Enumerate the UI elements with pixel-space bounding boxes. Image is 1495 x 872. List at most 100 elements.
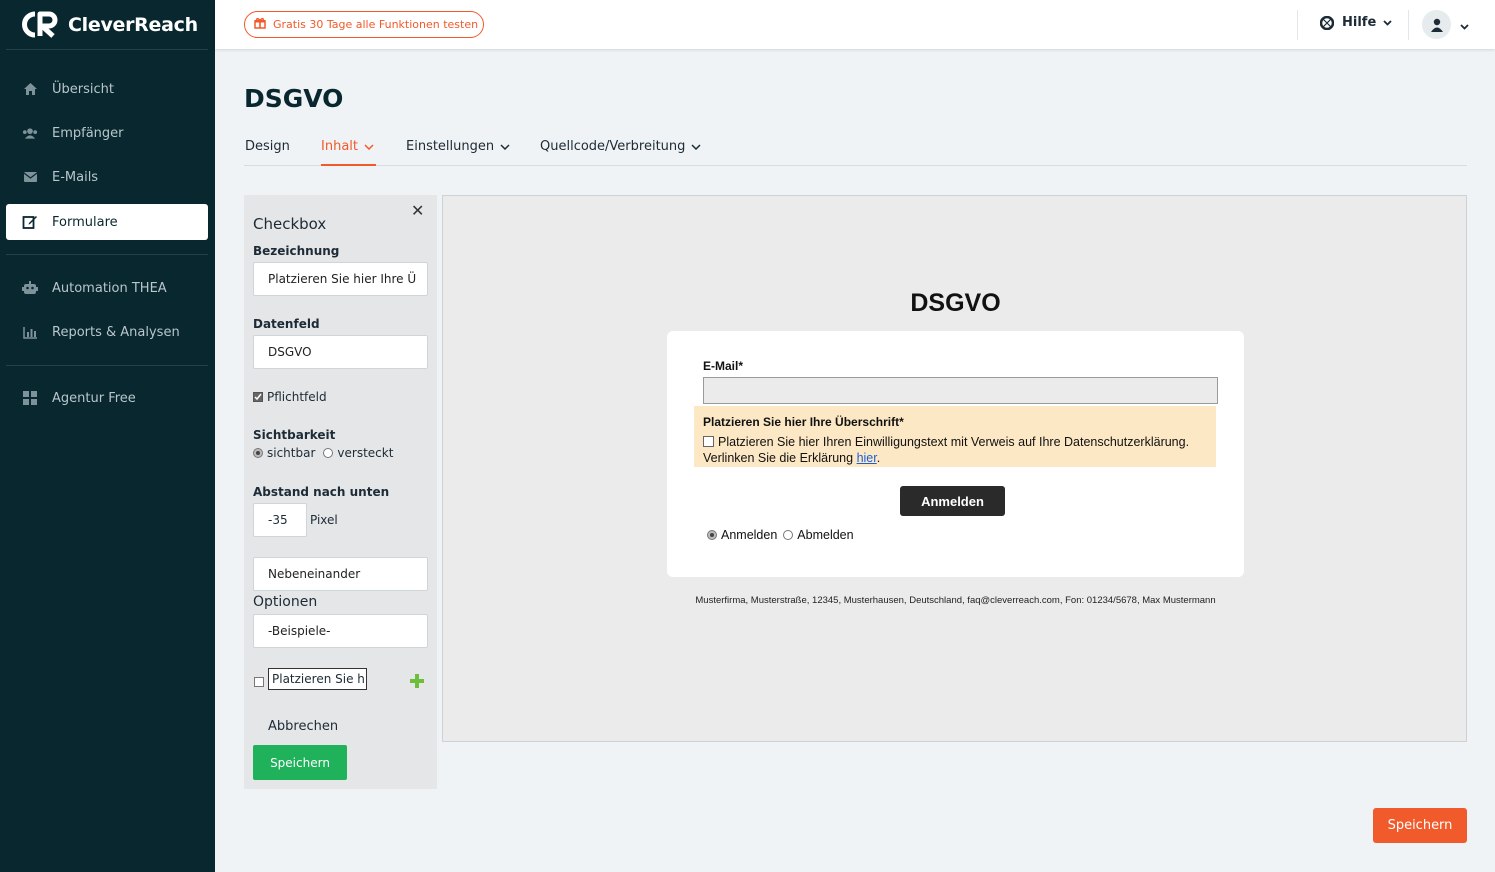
datenfeld-select[interactable]: DSGVO (253, 335, 428, 369)
sidebar-item-label: Empfänger (52, 125, 124, 141)
consent-text: Platzieren Sie hier Ihren Einwilligungst… (703, 435, 1190, 465)
avatar (1422, 10, 1451, 39)
anmelden-option[interactable]: Anmelden (707, 528, 777, 542)
option-input[interactable]: Platzieren Sie h (268, 668, 367, 690)
abmelden-option[interactable]: Abmelden (783, 528, 854, 542)
sidebar-item-label: Formulare (52, 214, 118, 230)
sidebar-item-formulare[interactable]: Formulare (6, 204, 208, 240)
checkbox-edit-panel: Checkbox ✕ Bezeichnung Platzieren Sie hi… (244, 195, 437, 789)
abstand-label: Abstand nach unten (253, 485, 390, 499)
tab-inhalt[interactable]: Inhalt (321, 139, 374, 154)
form-card: E-Mail* Platzieren Sie hier Ihre Übersch… (667, 331, 1244, 577)
consent-end: . (876, 451, 881, 465)
tab-label: Einstellungen (406, 139, 495, 154)
pflichtfeld-label: Pflichtfeld (267, 390, 327, 404)
tab-design[interactable]: Design (245, 139, 290, 154)
cleverreach-logo[interactable]: CleverReach (22, 11, 198, 38)
beispiele-select[interactable]: -Beispiele- (253, 614, 428, 648)
tab-einstellungen[interactable]: Einstellungen (406, 139, 510, 154)
bezeichnung-input[interactable]: Platzieren Sie hier Ihre Ü (253, 262, 428, 296)
consent-text-row: Platzieren Sie hier Ihren Einwilligungst… (703, 434, 1208, 466)
option-checkbox[interactable] (254, 677, 264, 687)
datenfeld-label: Datenfeld (253, 317, 320, 331)
pixel-unit-label: Pixel (310, 513, 338, 527)
anmelden-label: Anmelden (721, 528, 778, 542)
sidebar-item-emails[interactable]: E-Mails (6, 159, 208, 195)
sidebar-item-label: Automation THEA (52, 280, 167, 296)
versteckt-label: versteckt (337, 446, 394, 460)
sidebar: CleverReach Übersicht Empfänger E-Mails … (0, 0, 215, 872)
chart-icon (22, 324, 38, 340)
imprint-footer: Musterfirma, Musterstraße, 12345, Muster… (695, 595, 1216, 606)
anmelden-radio[interactable] (707, 530, 717, 540)
chevron-down-icon (1460, 15, 1469, 34)
gift-icon (254, 17, 266, 32)
close-icon[interactable]: ✕ (411, 201, 424, 220)
layout-select[interactable]: Nebeneinander (253, 557, 428, 591)
sichtbar-radio[interactable] (253, 448, 263, 458)
logo-icon (22, 11, 58, 38)
sidebar-item-reports[interactable]: Reports & Analysen (6, 314, 208, 350)
abstand-input[interactable]: -35 (253, 503, 307, 537)
divider (6, 254, 208, 255)
pflichtfeld-row[interactable]: Pflichtfeld (253, 390, 327, 404)
envelope-icon (22, 169, 38, 185)
user-menu[interactable] (1422, 10, 1469, 39)
panel-save-button[interactable]: Speichern (253, 745, 347, 780)
email-label: E-Mail* (703, 359, 744, 373)
topbar: Gratis 30 Tage alle Funktionen testen Hi… (215, 0, 1495, 49)
form-preview: DSGVO E-Mail* Platzieren Sie hier Ihre Ü… (442, 195, 1467, 742)
panel-title: Checkbox (253, 215, 327, 233)
consent-heading: Platzieren Sie hier Ihre Überschrift* (703, 415, 904, 429)
subscribe-button[interactable]: Anmelden (900, 486, 1005, 516)
user-icon (1430, 18, 1443, 32)
page-title: DSGVO (244, 84, 344, 113)
sidebar-item-automation[interactable]: Automation THEA (6, 270, 208, 306)
versteckt-radio[interactable] (323, 448, 334, 458)
abmelden-radio[interactable] (783, 530, 794, 540)
brand-name: CleverReach (68, 13, 198, 36)
bezeichnung-label: Bezeichnung (253, 244, 340, 258)
tab-quellcode[interactable]: Quellcode/Verbreitung (540, 139, 701, 154)
sidebar-item-label: Übersicht (52, 81, 114, 97)
sidebar-item-agentur[interactable]: Agentur Free (6, 380, 208, 416)
tab-label: Quellcode/Verbreitung (540, 139, 686, 154)
optionen-label: Optionen (253, 594, 318, 610)
save-button[interactable]: Speichern (1373, 808, 1467, 843)
edit-form-icon (22, 214, 38, 230)
cancel-button[interactable]: Abbrechen (268, 719, 338, 734)
email-input[interactable] (703, 377, 1218, 404)
preview-title: DSGVO (910, 289, 1001, 317)
users-icon (22, 125, 38, 141)
consent-checkbox[interactable] (703, 436, 714, 447)
plus-icon[interactable] (409, 673, 425, 689)
home-icon (22, 81, 38, 97)
subscribe-radio-group: Anmelden Abmelden (707, 528, 860, 542)
divider (6, 49, 208, 50)
tab-label: Design (245, 139, 290, 154)
tab-bar: Design Inhalt Einstellungen Quellcode/Ve… (244, 128, 1467, 166)
chevron-down-icon (1383, 15, 1392, 30)
sidebar-item-uebersicht[interactable]: Übersicht (6, 71, 208, 107)
chevron-down-icon (691, 139, 701, 154)
grid-icon (22, 390, 38, 406)
help-menu[interactable]: Hilfe (1319, 15, 1392, 30)
chevron-down-icon (500, 139, 510, 154)
sichtbarkeit-options: sichtbar versteckt (253, 446, 393, 460)
tab-label: Inhalt (321, 139, 358, 154)
sichtbarkeit-label: Sichtbarkeit (253, 428, 336, 442)
divider (1297, 10, 1298, 40)
divider (6, 365, 208, 366)
pflichtfeld-checkbox[interactable] (253, 392, 263, 402)
privacy-link[interactable]: hier (857, 451, 877, 465)
abmelden-label: Abmelden (797, 528, 854, 542)
help-label: Hilfe (1342, 15, 1377, 30)
divider (1408, 10, 1409, 40)
sichtbar-label: sichtbar (267, 446, 316, 460)
sidebar-item-label: E-Mails (52, 169, 99, 185)
lifebuoy-icon (1319, 15, 1335, 30)
free-trial-button[interactable]: Gratis 30 Tage alle Funktionen testen (244, 11, 484, 38)
consent-block[interactable]: Platzieren Sie hier Ihre Überschrift* Pl… (694, 406, 1216, 467)
sidebar-item-empfaenger[interactable]: Empfänger (6, 115, 208, 151)
sidebar-item-label: Agentur Free (52, 390, 136, 406)
